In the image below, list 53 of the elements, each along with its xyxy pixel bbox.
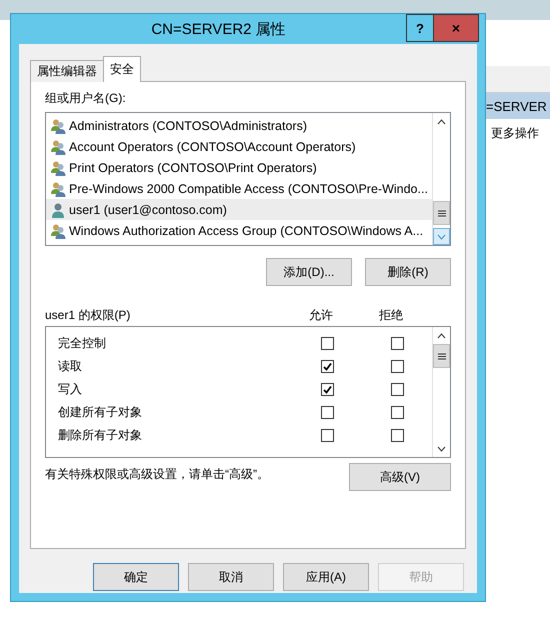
allow-checkbox[interactable]: [320, 383, 334, 396]
dialog-button[interactable]: 取消: [188, 563, 274, 591]
advanced-note: 有关特殊权限或高级设置，请单击“高级”。: [45, 466, 269, 483]
group-icon: [50, 160, 66, 176]
allow-column-header: 允许: [308, 307, 334, 324]
scroll-up-icon[interactable]: [437, 118, 446, 124]
dialog-title: CN=SERVER2 属性: [150, 20, 287, 38]
group-list-item[interactable]: Windows Authorization Access Group (CONTOSO\Windows A...: [46, 220, 432, 241]
tab[interactable]: 属性编辑器: [30, 60, 104, 82]
allow-checkbox[interactable]: [320, 406, 334, 419]
tab[interactable]: 安全: [103, 56, 141, 82]
group-list-item[interactable]: Pre-Windows 2000 Compatible Access (CONTOSO\Pre-Windo...: [46, 178, 432, 199]
allow-checkbox[interactable]: [320, 360, 334, 373]
permission-name: 删除所有子对象: [58, 427, 143, 444]
group-action-button[interactable]: 删除(R): [365, 258, 451, 286]
deny-checkbox[interactable]: [390, 429, 404, 442]
actions-header-bar: [483, 66, 550, 93]
group-icon: [50, 222, 66, 238]
allow-checkbox[interactable]: [320, 337, 334, 350]
scrollbar[interactable]: [432, 113, 450, 245]
close-button[interactable]: ×: [434, 14, 479, 42]
deny-checkbox[interactable]: [390, 337, 404, 350]
more-actions-item[interactable]: 更多操作: [483, 119, 550, 148]
scroll-down-icon[interactable]: [437, 446, 446, 452]
groups-label: 组或用户名(G):: [45, 90, 127, 107]
actions-selected-item[interactable]: =SERVER: [483, 93, 550, 119]
scroll-thumb[interactable]: [433, 344, 450, 368]
scroll-thumb[interactable]: [433, 201, 450, 225]
deny-checkbox[interactable]: [390, 383, 404, 396]
group-action-button[interactable]: 添加(D)...: [266, 258, 352, 286]
permission-name: 创建所有子对象: [58, 404, 143, 421]
scroll-up-icon[interactable]: [437, 332, 446, 338]
group-icon: [50, 180, 66, 196]
scrollbar[interactable]: [432, 327, 450, 457]
dialog-button[interactable]: 应用(A): [283, 563, 369, 591]
help-button[interactable]: ?: [406, 14, 434, 42]
permission-name: 写入: [58, 381, 83, 398]
permissions-label: user1 的权限(P): [45, 307, 132, 324]
advanced-button[interactable]: 高级(V): [349, 463, 451, 491]
deny-checkbox[interactable]: [390, 360, 404, 373]
allow-checkbox[interactable]: [320, 429, 334, 442]
group-icon: [50, 138, 66, 154]
deny-checkbox[interactable]: [390, 406, 404, 419]
permission-name: 完全控制: [58, 335, 107, 352]
group-list-item[interactable]: user1 (user1@contoso.com): [46, 199, 432, 220]
permission-name: 读取: [58, 358, 83, 375]
deny-column-header: 拒绝: [378, 307, 404, 324]
group-list-item[interactable]: Print Operators (CONTOSO\Print Operators): [46, 157, 432, 178]
group-icon: [50, 118, 66, 134]
group-list-item[interactable]: Administrators (CONTOSO\Administrators): [46, 115, 432, 136]
group-list-item[interactable]: Account Operators (CONTOSO\Account Operators): [46, 136, 432, 157]
user-icon: [50, 202, 66, 218]
dialog-button[interactable]: 确定: [93, 563, 179, 591]
